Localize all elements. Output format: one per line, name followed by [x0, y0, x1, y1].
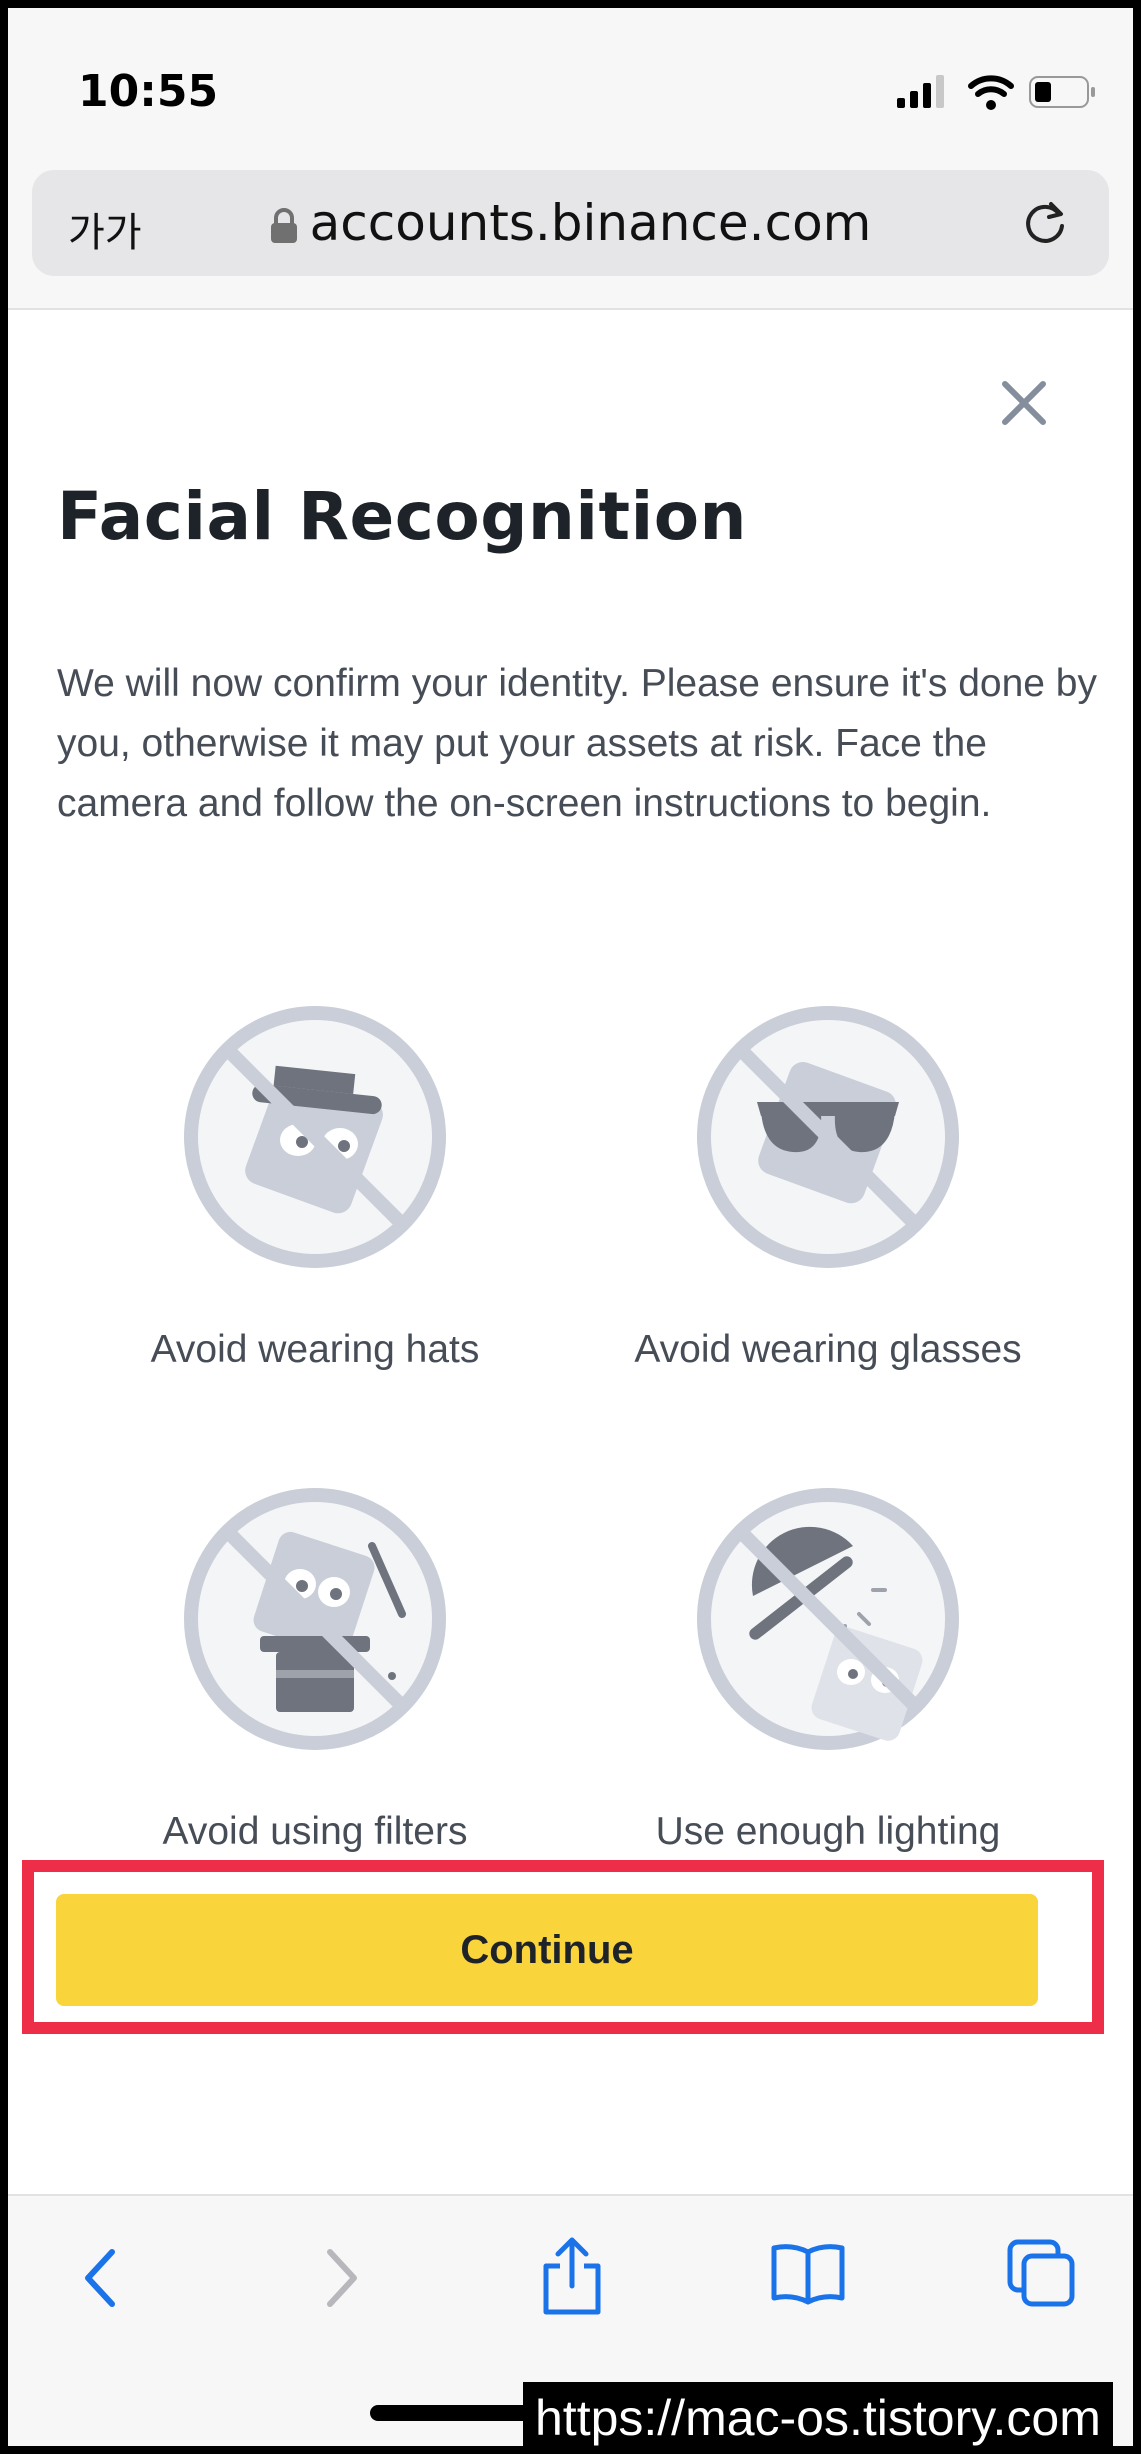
battery-icon — [1029, 76, 1095, 108]
tip-label: Avoid wearing hats — [150, 1328, 480, 1371]
tip-avoid-glasses: Avoid wearing glasses — [588, 1004, 1068, 1372]
no-hat-icon — [184, 1006, 446, 1268]
forward-icon[interactable] — [320, 2246, 364, 2310]
browser-top-bar: 10:55 가가 accounts.binance.com — [8, 8, 1133, 310]
no-glasses-icon — [697, 1006, 959, 1268]
status-icons — [897, 72, 1097, 112]
tip-avoid-hats: Avoid wearing hats — [75, 1004, 555, 1372]
watermark: https://mac-os.tistory.com — [523, 2382, 1113, 2446]
bookmarks-icon[interactable] — [770, 2242, 846, 2306]
tip-label: Avoid using filters — [162, 1810, 468, 1853]
tip-avoid-filters: Avoid using filters — [75, 1486, 555, 1854]
tip-label: Avoid wearing glasses — [634, 1328, 1022, 1371]
back-icon[interactable] — [78, 2246, 122, 2310]
signal-icon — [897, 75, 944, 108]
no-filters-icon — [184, 1488, 446, 1750]
status-time: 10:55 — [78, 66, 219, 117]
close-icon[interactable] — [1001, 380, 1047, 426]
address-bar[interactable]: 가가 accounts.binance.com — [32, 170, 1109, 276]
page-title: Facial Recognition — [57, 478, 748, 555]
lock-icon — [270, 208, 297, 243]
tabs-icon[interactable] — [1006, 2238, 1078, 2310]
wifi-icon — [968, 75, 1014, 110]
lighting-icon — [697, 1488, 959, 1750]
description-text: We will now confirm your identity. Pleas… — [57, 662, 1097, 825]
screen: 10:55 가가 accounts.binance.com Facial Rec… — [8, 8, 1133, 2446]
reload-icon[interactable] — [1021, 198, 1071, 248]
url-field[interactable]: accounts.binance.com — [32, 194, 1109, 252]
share-icon[interactable] — [538, 2236, 606, 2316]
tip-enough-lighting: Use enough lighting — [588, 1486, 1068, 1854]
url-text: accounts.binance.com — [309, 194, 872, 252]
tip-label: Use enough lighting — [655, 1810, 1001, 1853]
continue-button[interactable]: Continue — [56, 1894, 1038, 2006]
